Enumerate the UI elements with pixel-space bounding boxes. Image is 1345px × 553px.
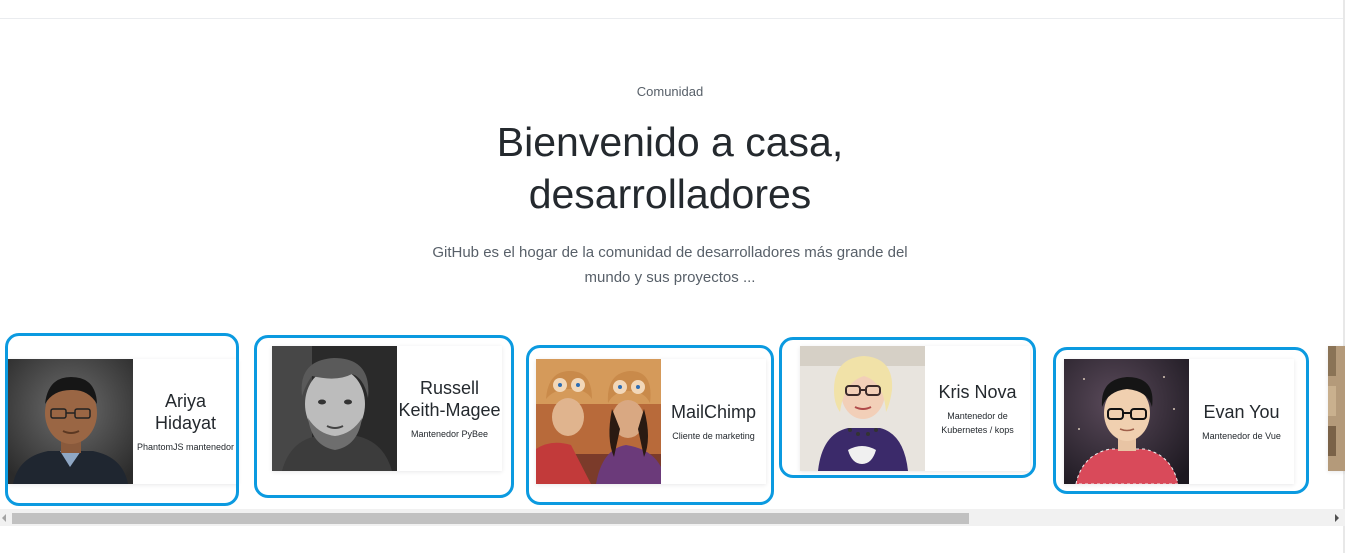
- avatar-next: [1328, 346, 1345, 471]
- page-title: Bienvenido a casa, desarrolladores: [496, 119, 844, 217]
- highlight-ring: [1053, 347, 1309, 494]
- section-lead: GitHub es el hogar de la comunidad de de…: [432, 244, 908, 286]
- highlight-ring: [5, 333, 239, 506]
- community-section: Comunidad Bienvenido a casa, desarrollad…: [0, 0, 1345, 553]
- header-divider: [0, 18, 1345, 19]
- scroll-left-arrow-icon[interactable]: [2, 514, 6, 522]
- scroll-right-arrow-icon[interactable]: [1335, 514, 1339, 522]
- scrollbar-thumb[interactable]: [12, 513, 969, 524]
- highlight-ring: [779, 337, 1036, 478]
- highlight-ring: [526, 345, 774, 505]
- horizontal-scrollbar[interactable]: [0, 509, 1345, 526]
- community-card-next[interactable]: [1328, 346, 1345, 471]
- highlight-ring: [254, 335, 514, 498]
- section-eyebrow: Comunidad: [636, 84, 704, 99]
